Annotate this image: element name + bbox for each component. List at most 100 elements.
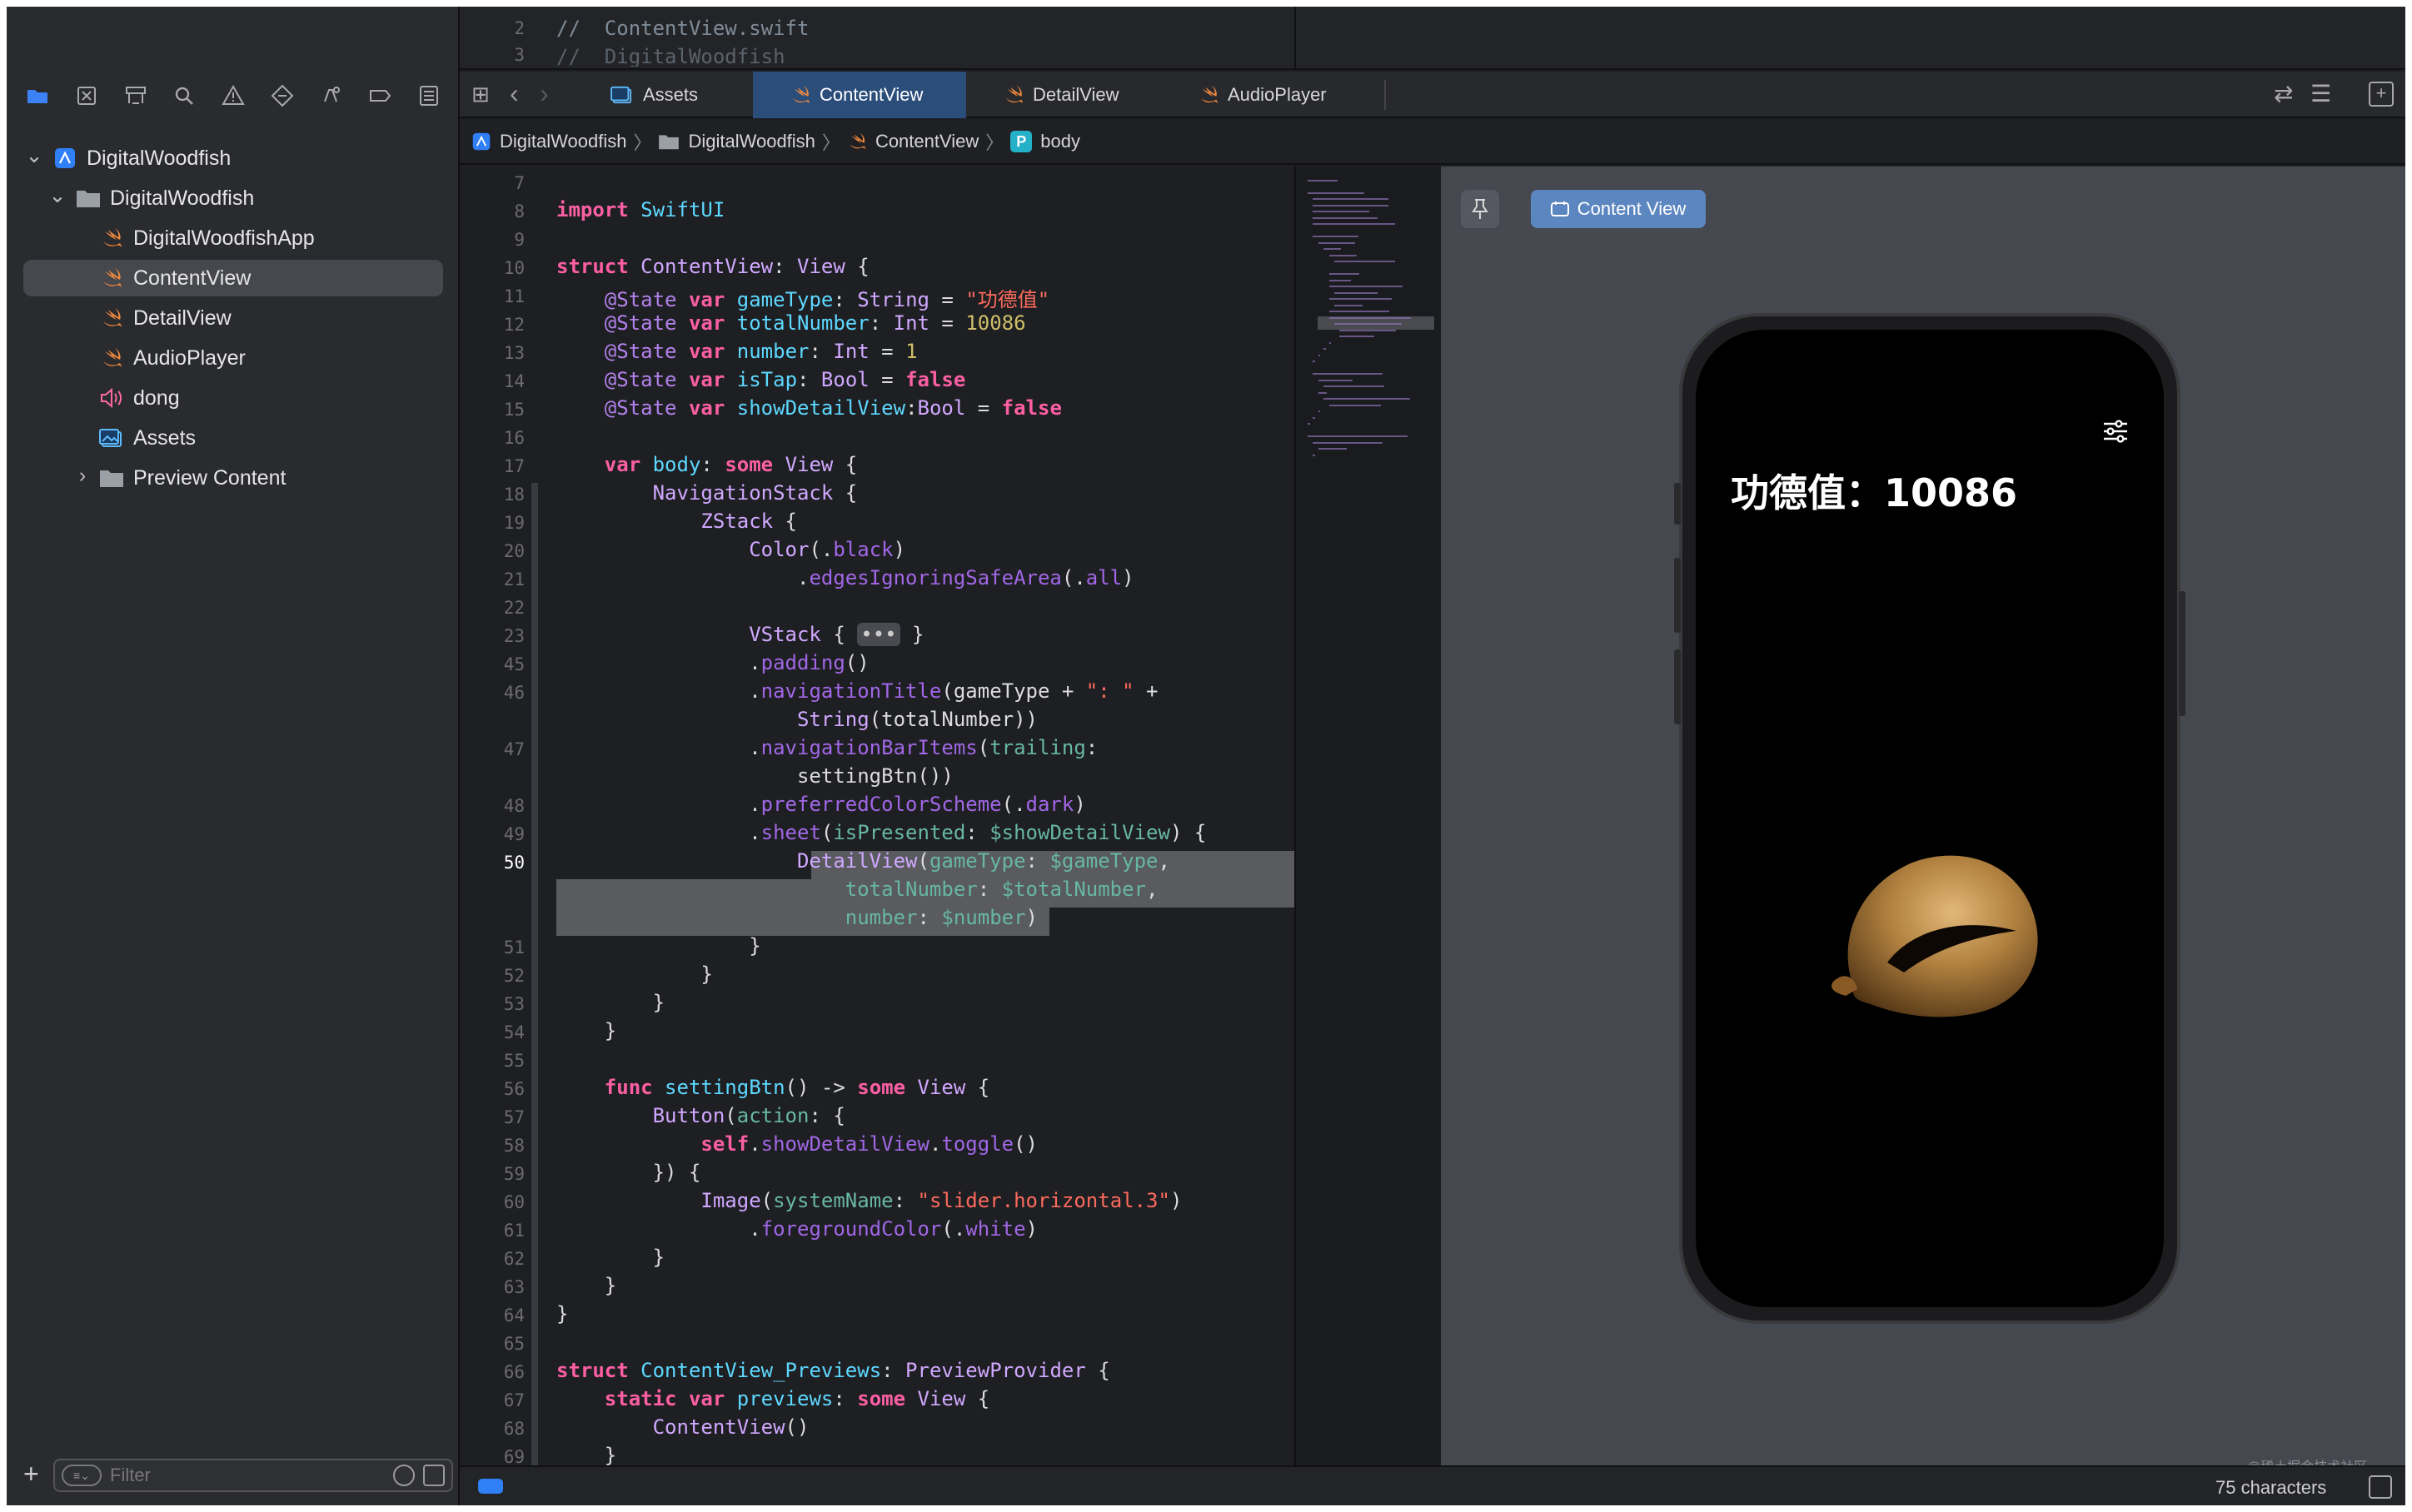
source-control-filter-icon[interactable] [423,1465,445,1486]
tree-item-file-selected[interactable]: ContentView [23,260,443,296]
code-line[interactable]: func settingBtn() -> some View { [556,1076,989,1099]
breadcrumb-project[interactable]: DigitalWoodfish [471,131,626,152]
code-line[interactable]: import SwiftUI [556,198,725,221]
tree-item-file[interactable]: DigitalWoodfishApp [7,220,460,256]
minimap-line [1313,441,1383,444]
minimap-line [1313,416,1315,419]
code-line[interactable]: .edgesIgnoringSafeArea(.all) [556,566,1134,589]
code-line[interactable]: struct ContentView_Previews: PreviewProv… [556,1359,1110,1382]
code-line[interactable]: settingBtn()) [556,764,954,788]
recent-files-icon[interactable] [393,1465,415,1486]
back-icon[interactable]: ‹ [510,78,519,109]
code-line[interactable]: Image(systemName: "slider.horizontal.3") [556,1189,1182,1212]
slider-horizontal-icon[interactable] [2102,420,2129,447]
side-button [1674,483,1681,525]
swift-file-icon [98,345,125,371]
code-line[interactable]: }) { [556,1161,701,1184]
breakpoint-navigator-icon[interactable] [366,82,394,110]
forward-icon[interactable]: › [540,78,549,109]
inspector-toggle-icon[interactable] [2369,1475,2392,1499]
find-navigator-icon[interactable] [170,82,198,110]
code-line[interactable]: VStack { ••• } [556,623,924,646]
line-number: 51 [503,938,525,957]
report-navigator-icon[interactable] [415,82,443,110]
breadcrumb-file[interactable]: ContentView [847,131,979,152]
code-line[interactable]: .navigationBarItems(trailing: [556,736,1098,759]
line-number: 7 [514,173,525,193]
code-line[interactable]: } [556,934,760,957]
code-line[interactable]: struct ContentView: View { [556,255,870,278]
code-line[interactable]: Button(action: { [556,1104,845,1127]
line-number: 13 [503,343,525,363]
debug-area-toggle-icon[interactable] [478,1479,503,1494]
add-editor-icon[interactable]: + [2369,82,2394,107]
tree-item-project[interactable]: ⌄ DigitalWoodfish [7,140,460,177]
code-line[interactable]: self.showDetailView.toggle() [556,1132,1038,1156]
tree-item-file[interactable]: Assets [7,420,460,456]
code-editor[interactable]: import SwiftUI struct ContentView: View {… [540,167,1294,1465]
grid-icon[interactable]: ⊞ [471,82,498,108]
source-control-icon[interactable] [72,82,101,110]
code-line[interactable]: totalNumber: $totalNumber, [556,878,1159,901]
code-line[interactable]: .navigationTitle(gameType + ": " + [556,679,1158,703]
chevron-down-icon[interactable]: ⌄ [25,144,43,167]
project-navigator-icon[interactable] [23,82,52,110]
debug-navigator-icon[interactable] [316,82,345,110]
tree-item-folder[interactable]: › Preview Content [7,460,460,496]
code-line[interactable]: @State var isTap: Bool = false [556,368,966,391]
code-line[interactable]: .sheet(isPresented: $showDetailView) { [556,821,1206,844]
tab-assets[interactable]: Assets [610,72,726,118]
tree-item-file[interactable]: DetailView [7,300,460,336]
tree-item-file[interactable]: AudioPlayer [7,340,460,376]
code-line[interactable]: ContentView() [556,1415,810,1439]
code-line[interactable]: .foregroundColor(.white) [556,1217,1038,1241]
code-line[interactable]: ZStack { [556,510,797,533]
related-items-icon[interactable]: ⇄ [2274,80,2293,107]
code-line[interactable]: NavigationStack { [556,481,858,505]
code-line[interactable]: } [556,1019,616,1042]
code-line[interactable]: } [556,1274,616,1297]
code-line[interactable]: .padding() [556,651,870,674]
breadcrumb-folder[interactable]: DigitalWoodfish [658,131,815,152]
tab-detailview[interactable]: DetailView [1003,72,1161,118]
add-icon[interactable]: + [23,1460,39,1487]
minimap[interactable] [1294,167,1441,1465]
code-line[interactable]: var body: some View { [556,453,857,476]
code-line[interactable]: @State var totalNumber: Int = 10086 [556,311,1026,335]
test-navigator-icon[interactable] [268,82,297,110]
tab-contentview[interactable]: ContentView [753,72,966,118]
code-line[interactable]: @State var showDetailView:Bool = false [556,396,1062,420]
symbol-navigator-icon[interactable] [122,82,150,110]
code-line[interactable]: Color(.black) [556,538,905,561]
content-view-chip[interactable]: Content View [1531,190,1706,228]
code-line[interactable]: } [556,962,712,986]
code-peek-strip: 2 3 // ContentView.swift // DigitalWoodf… [460,7,2405,70]
filter-options-icon[interactable]: ≡⌄ [62,1465,102,1486]
code-line[interactable]: } [556,1302,568,1325]
code-line[interactable]: @State var number: Int = 1 [556,340,918,363]
code-line[interactable]: } [556,1246,665,1269]
code-line[interactable]: } [556,991,665,1014]
line-number: 53 [503,994,525,1014]
code-line[interactable]: number: $number) [556,906,1038,929]
breadcrumb-symbol[interactable]: P body [1010,131,1080,152]
chevron-down-icon[interactable]: ⌄ [48,184,67,207]
code-line[interactable]: DetailView(gameType: $gameType, [556,849,1170,873]
tree-item-file[interactable]: dong [7,380,460,416]
chevron-right-icon[interactable]: › [73,464,92,487]
issue-navigator-icon[interactable] [219,82,247,110]
code-line[interactable]: @State var gameType: String = "功德值" [556,283,1049,312]
woodfish-image[interactable] [1821,838,2054,1033]
filter-field[interactable]: ≡⌄ Filter [53,1459,453,1492]
pin-button[interactable] [1461,190,1499,228]
editor-options-icon[interactable]: ☰ [2310,80,2331,107]
code-line[interactable]: static var previews: some View { [556,1387,989,1410]
tree-item-folder[interactable]: ⌄ DigitalWoodfish [7,180,460,216]
code-fold-ribbon[interactable] [531,483,538,1465]
minimap-line [1318,354,1321,356]
code-line[interactable]: String(totalNumber)) [556,708,1038,731]
code-line[interactable]: } [556,1444,616,1465]
line-number: 61 [503,1221,525,1241]
tab-audioplayer[interactable]: AudioPlayer [1198,72,1373,118]
code-line[interactable]: .preferredColorScheme(.dark) [556,793,1086,816]
